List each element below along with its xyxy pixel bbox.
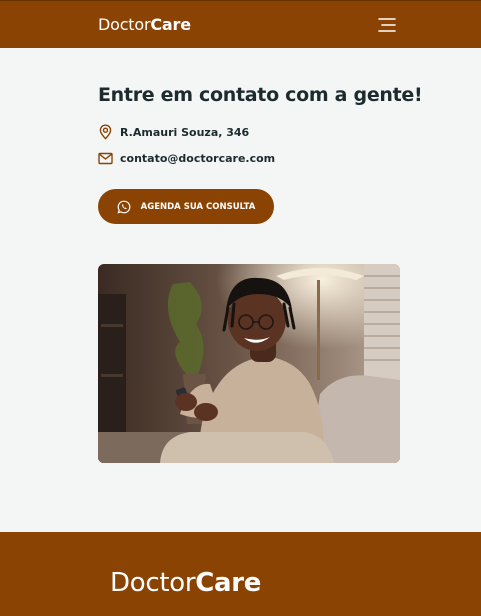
email-text[interactable]: contato@doctorcare.com [120,152,275,165]
schedule-appointment-button[interactable]: AGENDA SUA CONSULTA [98,189,274,224]
email-row: contato@doctorcare.com [98,152,275,165]
address-row: R.Amauri Souza, 346 [98,124,249,140]
footer-logo-bold: Care [195,568,262,598]
menu-button[interactable] [376,15,398,35]
map-pin-icon [99,124,112,140]
schedule-appointment-label: AGENDA SUA CONSULTA [140,201,256,212]
contact-section: Entre em contato com a gente! R.Amauri S… [98,84,423,224]
hamburger-menu-icon [378,18,396,32]
whatsapp-icon [117,200,131,213]
contact-photo [98,264,400,463]
mail-icon [98,152,113,165]
footer-logo-regular: Doctor [110,568,196,598]
contact-title: Entre em contato com a gente! [98,84,423,106]
header-logo[interactable]: DoctorCare [98,15,191,34]
footer: DoctorCare [0,532,481,616]
header-logo-bold: Care [150,15,191,34]
top-header: DoctorCare [0,0,481,48]
person-smiling-with-phone-image [98,264,400,463]
header-logo-regular: Doctor [98,15,151,34]
address-text: R.Amauri Souza, 346 [120,125,250,139]
footer-logo[interactable]: DoctorCare [110,568,261,598]
